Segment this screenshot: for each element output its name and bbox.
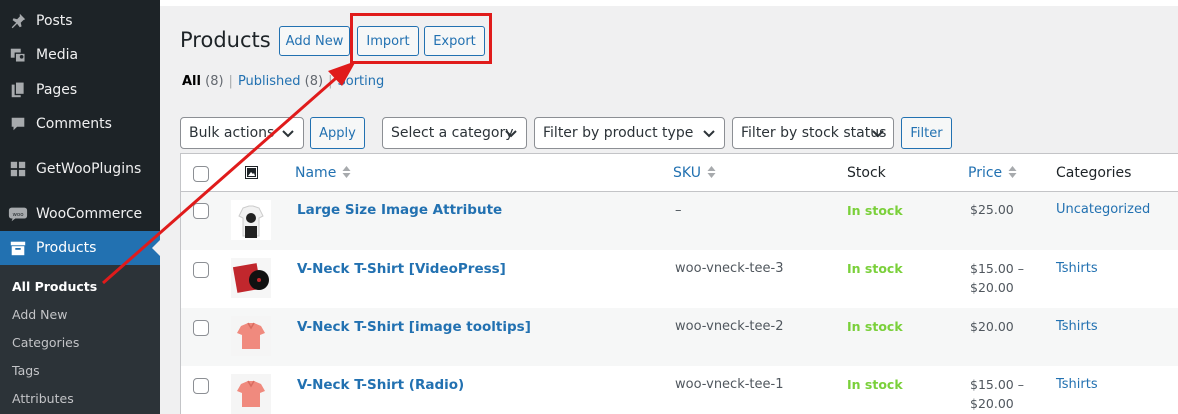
view-published-count: (8) (304, 74, 324, 89)
apply-button[interactable]: Apply (310, 117, 365, 149)
chevron-down-icon (703, 130, 715, 138)
row-checkbox[interactable] (193, 203, 209, 219)
submenu-categories[interactable]: Categories (12, 335, 79, 350)
add-new-button[interactable]: Add New (279, 26, 350, 56)
image-column-icon (245, 166, 258, 183)
view-published-link[interactable]: Published (238, 74, 301, 89)
product-category-link[interactable]: Uncategorized (1056, 202, 1150, 217)
chevron-down-icon (872, 130, 884, 138)
sort-icon (707, 166, 716, 178)
menu-pages[interactable]: Pages (0, 73, 160, 107)
stock-status-select[interactable]: Filter by stock status (732, 117, 894, 149)
chevron-down-icon (505, 130, 517, 138)
product-price: $25.00 (970, 202, 1014, 217)
product-type-label: Filter by product type (543, 125, 694, 141)
sort-icon (342, 166, 351, 178)
main-content: Products Add New Import Export All (8) | P… (160, 0, 1178, 414)
category-label: Select a category (391, 125, 514, 141)
admin-sidebar: Posts Media Pages Comments GetWooPlugins… (0, 0, 160, 414)
table-row: Large Size Image Attribute – In stock $2… (181, 192, 1178, 250)
view-filters: All (8) | Published (8) | Sorting (182, 74, 385, 89)
product-category-link[interactable]: Tshirts (1056, 377, 1098, 392)
view-all-count: (8) (205, 74, 224, 89)
product-name-link[interactable]: V-Neck T-Shirt (Radio) (297, 377, 464, 393)
select-all-checkbox[interactable] (193, 166, 209, 182)
column-price-header[interactable]: Price (968, 165, 1017, 181)
table-row: V-Neck T-Shirt (Radio) woo-vneck-tee-1 I… (181, 366, 1178, 414)
view-sorting-link[interactable]: Sorting (337, 74, 384, 89)
table-row: V-Neck T-Shirt [image tooltips] woo-vnec… (181, 308, 1178, 366)
submenu-all-products[interactable]: All Products (12, 279, 97, 294)
submenu-tags[interactable]: Tags (12, 363, 40, 378)
bulk-actions-select[interactable]: Bulk actions (180, 117, 304, 149)
view-all-link[interactable]: All (182, 74, 201, 89)
sort-icon (1008, 166, 1017, 178)
menu-getwooplugins[interactable]: GetWooPlugins (0, 152, 160, 186)
product-category-link[interactable]: Tshirts (1056, 261, 1098, 276)
column-sku-header[interactable]: SKU (673, 165, 716, 181)
archive-icon (0, 239, 36, 257)
filter-button[interactable]: Filter (901, 117, 952, 149)
row-checkbox[interactable] (193, 262, 209, 278)
comment-icon (0, 115, 36, 133)
menu-woocommerce[interactable]: woo WooCommerce (0, 197, 160, 231)
row-checkbox[interactable] (193, 378, 209, 394)
menu-media[interactable]: Media (0, 38, 160, 72)
highlight-box (350, 13, 492, 64)
stock-status-label: Filter by stock status (741, 125, 887, 141)
page-title: Products (180, 28, 271, 52)
pages-icon (0, 81, 36, 99)
product-sku: – (675, 203, 682, 218)
media-icon (0, 46, 36, 64)
product-type-select[interactable]: Filter by product type (534, 117, 725, 149)
menu-products[interactable]: Products (0, 231, 160, 265)
table-row: V-Neck T-Shirt [VideoPress] woo-vneck-te… (181, 250, 1178, 308)
product-name-link[interactable]: V-Neck T-Shirt [image tooltips] (297, 319, 531, 335)
pin-icon (0, 12, 36, 30)
product-price: $15.00 – $20.00 (970, 261, 1024, 295)
product-price: $20.00 (970, 319, 1014, 334)
submenu-attributes[interactable]: Attributes (12, 391, 74, 406)
product-sku: woo-vneck-tee-1 (675, 377, 784, 392)
table-header: Name SKU Stock Price Categories (181, 154, 1178, 192)
menu-comments[interactable]: Comments (0, 107, 160, 141)
stock-status: In stock (847, 203, 903, 218)
product-price: $15.00 – $20.00 (970, 377, 1024, 411)
stock-status: In stock (847, 377, 903, 392)
product-thumbnail[interactable] (231, 316, 271, 356)
products-table: Name SKU Stock Price Categories Large Si… (180, 153, 1178, 414)
stock-status: In stock (847, 319, 903, 334)
product-thumbnail[interactable] (231, 374, 271, 414)
category-select[interactable]: Select a category (382, 117, 527, 149)
column-name-header[interactable]: Name (295, 165, 351, 181)
column-categories-header: Categories (1056, 165, 1132, 181)
chevron-down-icon (282, 130, 294, 138)
svg-text:woo: woo (12, 212, 24, 218)
products-submenu: All Products Add New Categories Tags Att… (0, 265, 160, 414)
menu-posts[interactable]: Posts (0, 4, 160, 38)
column-stock-header: Stock (847, 165, 886, 181)
plugins-icon (0, 160, 36, 178)
bulk-actions-label: Bulk actions (189, 125, 275, 141)
submenu-add-new[interactable]: Add New (12, 307, 67, 322)
woocommerce-icon: woo (0, 205, 36, 223)
product-category-link[interactable]: Tshirts (1056, 319, 1098, 334)
product-thumbnail[interactable] (231, 200, 271, 240)
product-name-link[interactable]: Large Size Image Attribute (297, 202, 502, 218)
product-sku: woo-vneck-tee-3 (675, 261, 784, 276)
row-checkbox[interactable] (193, 320, 209, 336)
product-name-link[interactable]: V-Neck T-Shirt [VideoPress] (297, 261, 506, 277)
product-thumbnail[interactable] (231, 258, 271, 298)
product-sku: woo-vneck-tee-2 (675, 319, 784, 334)
stock-status: In stock (847, 261, 903, 276)
